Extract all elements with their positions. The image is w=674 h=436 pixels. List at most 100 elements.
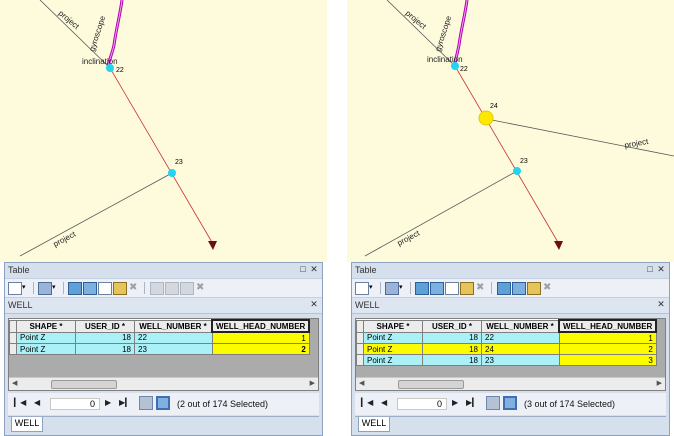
selection-status: (2 out of 174 Selected) xyxy=(177,399,269,409)
gyroscope-label: gyroscope xyxy=(87,14,107,52)
layer-name: WELL xyxy=(8,300,33,310)
map-canvas[interactable]: project gyroscope inclination project 22… xyxy=(0,0,327,262)
table-row[interactable]: Point Z 18 23 2 xyxy=(9,343,310,355)
pin-icon[interactable]: □ xyxy=(645,264,655,275)
table-row[interactable]: Point Z 18 22 1 xyxy=(9,331,310,344)
first-record-icon[interactable]: ▎◀ xyxy=(14,398,26,407)
scroll-left-icon[interactable]: ◀ xyxy=(359,379,364,387)
point-label: 22 xyxy=(116,67,124,74)
close-icon[interactable]: ✕ xyxy=(656,299,666,310)
previous-record-icon[interactable]: ◀ xyxy=(34,398,40,407)
column-header[interactable]: WELL_HEAD_NUMBER xyxy=(210,319,311,333)
select-by-attributes-icon[interactable] xyxy=(68,282,82,295)
well-trace-line xyxy=(454,65,560,245)
map-canvas[interactable]: project gyroscope inclination project pr… xyxy=(347,0,674,262)
row-selector[interactable] xyxy=(356,343,364,355)
column-header[interactable]: SHAPE * xyxy=(16,319,76,333)
tab-well[interactable]: WELL xyxy=(11,417,43,432)
delete-selected-icon[interactable]: ✖ xyxy=(196,282,208,293)
zoom-to-selected-icon[interactable] xyxy=(460,282,474,295)
last-record-icon[interactable]: ▶▎ xyxy=(466,398,478,407)
scroll-thumb[interactable] xyxy=(51,380,117,389)
close-icon[interactable]: ✕ xyxy=(656,264,666,275)
switch-selection-icon[interactable] xyxy=(430,282,444,295)
copy-icon[interactable] xyxy=(497,282,511,295)
well-point-24[interactable] xyxy=(478,110,494,126)
row-selector[interactable] xyxy=(356,331,364,344)
pin-icon[interactable]: □ xyxy=(298,264,308,275)
scroll-left-icon[interactable]: ◀ xyxy=(12,379,17,387)
table-options-icon[interactable] xyxy=(355,282,369,295)
row-selector[interactable] xyxy=(356,354,364,366)
record-number-input[interactable]: 0 xyxy=(50,398,100,410)
tab-well[interactable]: WELL xyxy=(358,417,390,432)
delete-selected-icon[interactable]: ✖ xyxy=(543,282,555,293)
project-line xyxy=(364,170,518,257)
map-view[interactable]: project gyroscope inclination project pr… xyxy=(347,0,674,262)
window-titlebar: Table □ ✕ xyxy=(352,263,669,278)
map-view[interactable]: project gyroscope inclination project 22… xyxy=(0,0,327,262)
horizontal-scrollbar[interactable]: ◀ ▶ xyxy=(356,377,665,390)
select-by-attributes-icon[interactable] xyxy=(415,282,429,295)
table-toolbar: ▾ ▾ ✖ ✖ xyxy=(352,278,669,298)
close-icon[interactable]: ✕ xyxy=(309,299,319,310)
table-row[interactable]: Point Z 18 23 3 xyxy=(356,354,657,366)
column-header[interactable]: USER_ID * xyxy=(75,319,135,333)
window-title: Table xyxy=(355,265,377,275)
scroll-thumb[interactable] xyxy=(398,380,464,389)
window-title: Table xyxy=(8,265,30,275)
record-number-input[interactable]: 0 xyxy=(397,398,447,410)
paste-icon[interactable] xyxy=(512,282,526,295)
well-point-22[interactable] xyxy=(106,64,114,72)
attribute-table: SHAPE * USER_ID * WELL_NUMBER * WELL_HEA… xyxy=(356,319,658,366)
column-header[interactable]: USER_ID * xyxy=(422,319,482,333)
show-selected-records-icon[interactable] xyxy=(503,396,517,410)
zoom-to-selected-icon[interactable] xyxy=(113,282,127,295)
selection-status: (3 out of 174 Selected) xyxy=(524,399,616,409)
attribute-grid[interactable]: SHAPE * USER_ID * WELL_NUMBER * WELL_HEA… xyxy=(8,318,319,391)
layer-bar: WELL ✕ xyxy=(5,298,322,314)
column-header[interactable]: WELL_NUMBER * xyxy=(134,319,213,333)
clear-selection-icon[interactable] xyxy=(445,282,459,295)
show-all-records-icon[interactable] xyxy=(486,396,500,410)
table-options-icon[interactable] xyxy=(8,282,22,295)
well-point-22[interactable] xyxy=(451,62,459,70)
column-header[interactable]: WELL_HEAD_NUMBER xyxy=(557,319,658,333)
show-selected-records-icon[interactable] xyxy=(156,396,170,410)
close-icon[interactable]: ✕ xyxy=(309,264,319,275)
paste-icon[interactable] xyxy=(165,282,179,295)
pan-to-icon[interactable] xyxy=(527,282,541,295)
table-row[interactable]: Point Z 18 24 2 xyxy=(356,343,657,355)
column-header[interactable]: WELL_NUMBER * xyxy=(481,319,560,333)
delete-icon[interactable]: ✖ xyxy=(476,282,488,293)
last-record-icon[interactable]: ▶▎ xyxy=(119,398,131,407)
project-line xyxy=(19,172,173,257)
delete-icon[interactable]: ✖ xyxy=(129,282,141,293)
point-label: 23 xyxy=(175,159,183,166)
previous-record-icon[interactable]: ◀ xyxy=(381,398,387,407)
pan-to-icon[interactable] xyxy=(180,282,194,295)
well-point-23[interactable] xyxy=(513,167,521,175)
clear-selection-icon[interactable] xyxy=(98,282,112,295)
next-record-icon[interactable]: ▶ xyxy=(105,398,111,407)
copy-icon[interactable] xyxy=(150,282,164,295)
row-selector[interactable] xyxy=(9,331,17,344)
point-label: 23 xyxy=(520,158,528,165)
switch-selection-icon[interactable] xyxy=(83,282,97,295)
next-record-icon[interactable]: ▶ xyxy=(452,398,458,407)
table-toolbar: ▾ ▾ ✖ ✖ xyxy=(5,278,322,298)
scroll-right-icon[interactable]: ▶ xyxy=(310,379,315,387)
horizontal-scrollbar[interactable]: ◀ ▶ xyxy=(9,377,318,390)
well-point-23[interactable] xyxy=(168,169,176,177)
row-selector[interactable] xyxy=(9,343,17,355)
column-header[interactable]: SHAPE * xyxy=(363,319,423,333)
table-tabs: WELL xyxy=(8,416,319,434)
show-all-records-icon[interactable] xyxy=(139,396,153,410)
related-tables-icon[interactable] xyxy=(38,282,52,295)
scroll-right-icon[interactable]: ▶ xyxy=(657,379,662,387)
first-record-icon[interactable]: ▎◀ xyxy=(361,398,373,407)
point-label: 22 xyxy=(460,66,468,73)
related-tables-icon[interactable] xyxy=(385,282,399,295)
attribute-grid[interactable]: SHAPE * USER_ID * WELL_NUMBER * WELL_HEA… xyxy=(355,318,666,391)
table-row[interactable]: Point Z 18 22 1 xyxy=(356,331,657,344)
